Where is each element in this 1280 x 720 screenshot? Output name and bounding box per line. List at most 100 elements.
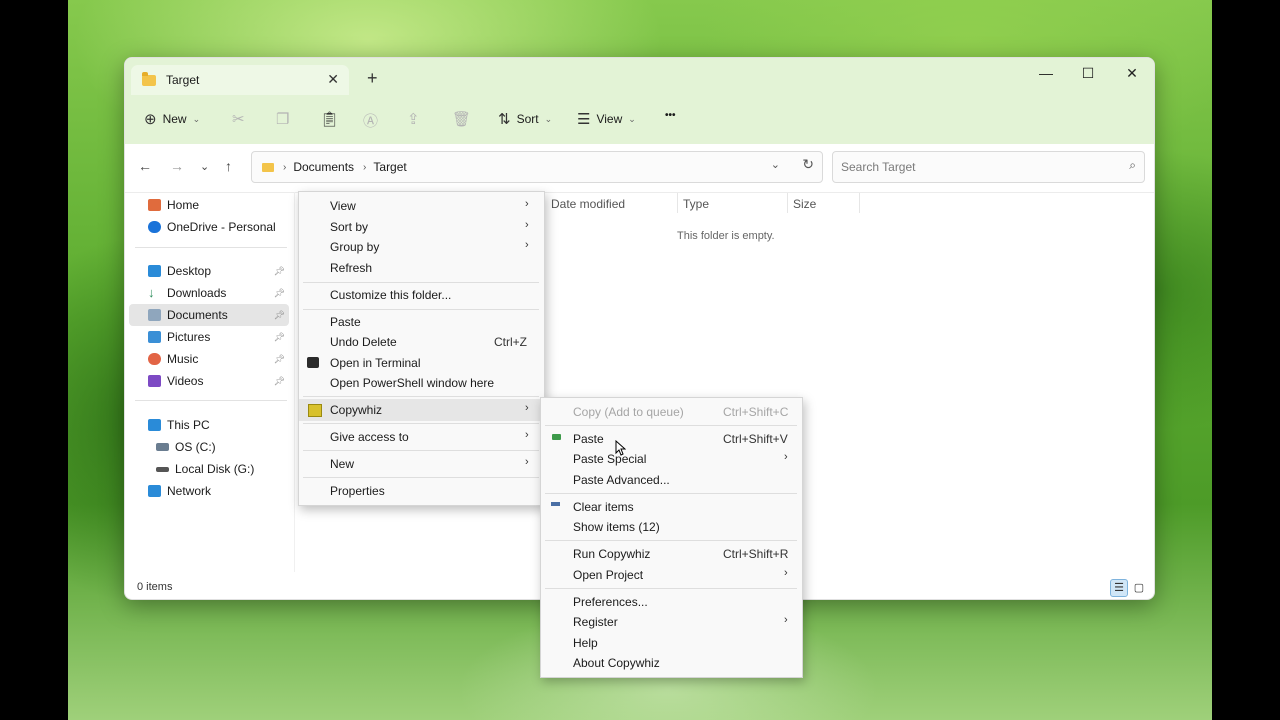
divider [135,247,287,248]
recent-chevron-icon[interactable]: ⌄ [200,160,209,173]
column-header-type[interactable]: Type [683,197,709,211]
column-divider[interactable] [677,193,678,213]
menu-item-new[interactable]: New › [299,454,544,474]
sidebar-item-local-disk-g[interactable]: Local Disk (G:) [129,458,289,480]
rename-button[interactable]: Ⓐ [363,110,378,131]
pin-icon[interactable]: 📌︎ [274,288,285,299]
menu-item-sort-by[interactable]: Sort by › [299,217,544,237]
menu-item-open-powershell[interactable]: Open PowerShell window here [299,373,544,393]
submenu-item-clear-items[interactable]: Clear items [541,497,802,517]
new-label: New [162,112,187,126]
menu-item-undo-delete[interactable]: Undo Delete Ctrl+Z [299,332,544,352]
menu-item-open-terminal[interactable]: Open in Terminal [299,353,544,373]
menu-item-give-access[interactable]: Give access to › [299,427,544,447]
sort-button[interactable]: ⇅ Sort ⌄ [498,110,552,128]
forward-arrow-icon[interactable]: → [170,158,184,174]
menu-item-copywhiz[interactable]: Copywhiz › [299,399,544,421]
submenu-item-copy-queue[interactable]: Copy (Add to queue) Ctrl+Shift+C [541,402,802,422]
tab-close-icon[interactable]: ✕ [327,71,339,88]
back-arrow-icon[interactable]: ← [138,158,152,174]
details-view-icon[interactable]: ☰ [1110,579,1128,597]
sidebar-item-pictures[interactable]: Pictures 📌︎ [129,326,289,348]
sidebar-item-downloads[interactable]: ↓ Downloads 📌︎ [129,282,289,304]
menu-item-refresh[interactable]: Refresh [299,258,544,278]
pane-splitter[interactable] [294,192,295,572]
submenu-item-register[interactable]: Register › [541,612,802,632]
view-button[interactable]: ☰ View ⌄ [577,110,636,128]
breadcrumb-documents[interactable]: Documents [293,160,354,174]
download-icon: ↓ [148,285,155,300]
menu-label: Preferences... [573,595,648,609]
cut-button[interactable]: ✂ [232,110,245,128]
menu-item-customize-folder[interactable]: Customize this folder... [299,285,544,305]
pin-icon[interactable]: 📌︎ [274,266,285,277]
copy-button[interactable]: ❐ [276,110,289,128]
paste-button[interactable]: 📋︎ [320,110,339,128]
menu-item-group-by[interactable]: Group by › [299,237,544,257]
rename-icon: Ⓐ [363,113,379,130]
submenu-item-about[interactable]: About Copywhiz [541,653,802,673]
breadcrumb-target[interactable]: Target [373,160,406,174]
search-box[interactable]: ⌕ [832,151,1145,183]
submenu-item-paste-advanced[interactable]: Paste Advanced... [541,470,802,490]
tiles-view-icon[interactable]: ▢ [1130,579,1148,597]
submenu-item-run-copywhiz[interactable]: Run Copywhiz Ctrl+Shift+R [541,544,802,564]
sidebar-item-os-c[interactable]: OS (C:) [129,436,289,458]
menu-label: Help [573,636,598,650]
submenu-item-paste[interactable]: Paste Ctrl+Shift+V [541,429,802,449]
menu-shortcut: Ctrl+Shift+R [723,547,789,561]
column-header-date-modified[interactable]: Date modified [551,197,625,211]
sidebar-item-videos[interactable]: Videos 📌︎ [129,370,289,392]
menu-item-paste[interactable]: Paste [299,312,544,332]
column-divider[interactable] [859,193,860,213]
add-tab-button[interactable]: + [367,68,378,89]
search-input[interactable] [839,159,1123,175]
menu-label: Refresh [330,261,373,275]
copywhiz-submenu: Copy (Add to queue) Ctrl+Shift+C Paste C… [540,397,803,678]
sidebar-item-home[interactable]: Home [129,194,289,216]
delete-button[interactable]: 🗑︎ [452,110,471,128]
submenu-item-open-project[interactable]: Open Project › [541,565,802,585]
more-options-button[interactable]: ••• [665,110,676,121]
submenu-item-show-items[interactable]: Show items (12) [541,517,802,537]
menu-item-view[interactable]: View › [299,196,544,216]
pin-icon[interactable]: 📌︎ [274,354,285,365]
pictures-icon [148,331,161,343]
share-icon: ⇪ [407,111,420,128]
menu-label: Copywhiz [330,403,383,417]
up-arrow-icon[interactable]: ↑ [225,158,232,174]
minimize-button[interactable]: — [1024,60,1068,88]
menu-separator [545,540,797,541]
tab-target[interactable]: Target ✕ [131,65,349,95]
pin-icon[interactable]: 📌︎ [274,376,285,387]
refresh-icon[interactable]: ↻ [802,156,814,173]
menu-shortcut: Ctrl+Shift+C [723,405,789,419]
address-bar[interactable]: › Documents › Target ⌄ ↻ [251,151,823,183]
share-button[interactable]: ⇪ [407,110,420,128]
menu-label: Run Copywhiz [573,547,651,561]
pin-icon[interactable]: 📌︎ [274,332,285,343]
chevron-right-icon: › [525,198,529,210]
submenu-item-help[interactable]: Help [541,633,802,653]
sidebar-item-documents[interactable]: Documents 📌︎ [129,304,289,326]
new-button[interactable]: ⊕ New ⌄ [144,110,200,128]
menu-item-properties[interactable]: Properties [299,481,544,501]
cloud-icon [148,221,161,233]
menu-shortcut: Ctrl+Z [494,335,527,349]
close-window-button[interactable]: ✕ [1110,60,1154,88]
sidebar-item-label: Downloads [167,286,227,300]
sidebar-item-network[interactable]: Network [129,480,289,502]
maximize-button[interactable]: ☐ [1066,60,1110,88]
menu-label: New [330,457,355,471]
column-divider[interactable] [787,193,788,213]
sidebar-item-desktop[interactable]: Desktop 📌︎ [129,260,289,282]
menu-label: Copy (Add to queue) [573,405,684,419]
submenu-item-preferences[interactable]: Preferences... [541,592,802,612]
address-dropdown-icon[interactable]: ⌄ [771,158,780,171]
column-header-size[interactable]: Size [793,197,816,211]
sidebar-item-this-pc[interactable]: This PC [129,414,289,436]
submenu-item-paste-special[interactable]: Paste Special › [541,449,802,469]
sidebar-item-onedrive[interactable]: OneDrive - Personal [129,216,289,238]
sidebar-item-music[interactable]: Music 📌︎ [129,348,289,370]
pin-icon[interactable]: 📌︎ [274,310,285,321]
